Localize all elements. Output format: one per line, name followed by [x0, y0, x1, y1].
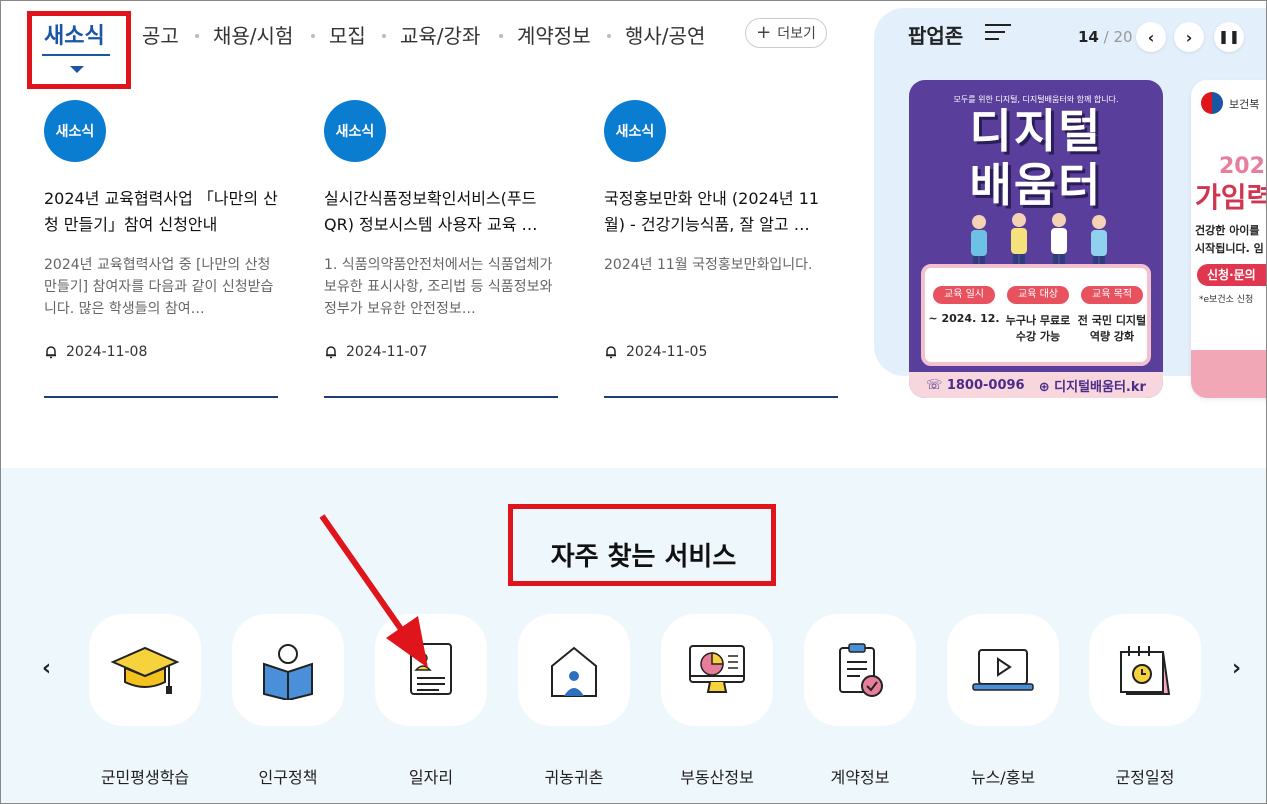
annotation-arrow-icon: [319, 514, 428, 668]
